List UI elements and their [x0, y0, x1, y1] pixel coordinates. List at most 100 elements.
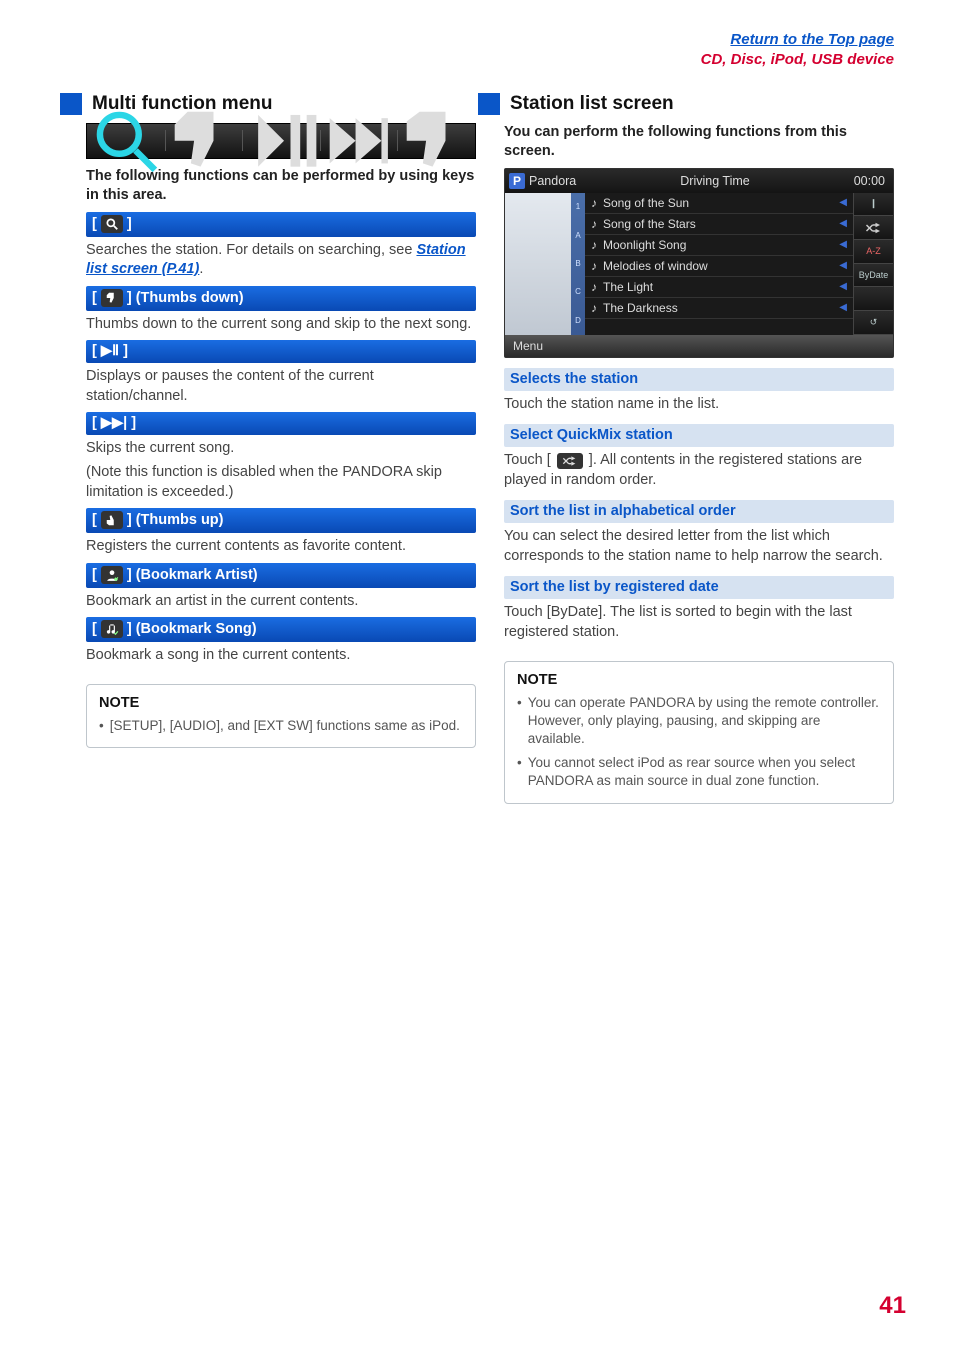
search-desc-pre: Searches the station. For details on sea…: [86, 242, 416, 258]
music-note-icon: ♪: [591, 259, 597, 273]
thumbs-up-desc: Registers the current contents as favori…: [86, 537, 476, 557]
note-text: [SETUP], [AUDIO], and [EXT SW] functions…: [110, 717, 460, 735]
note-text: You cannot select iPod as rear source wh…: [528, 754, 881, 790]
section-marker: [478, 93, 500, 115]
right-intro: You can perform the following functions …: [504, 123, 894, 162]
scroll-item[interactable]: C: [575, 287, 581, 296]
toolbar-thumbs-up-icon[interactable]: [397, 124, 475, 158]
menu-button[interactable]: Menu: [505, 335, 893, 357]
list-item[interactable]: ♪The Darkness◀: [585, 298, 853, 319]
skip-desc-2: (Note this function is disabled when the…: [86, 463, 476, 502]
toolbar-skip-icon[interactable]: [320, 124, 398, 158]
list-item[interactable]: ♪ Song of the Stars ◀: [585, 214, 853, 235]
sort-bydate-header: Sort the list by registered date: [504, 576, 894, 599]
music-note-icon: ♪: [591, 196, 597, 210]
right-column: Station list screen You can perform the …: [504, 89, 894, 804]
right-button-column: ❙ A-Z ByDate ↺: [853, 193, 893, 335]
chevron-left-icon: ◀: [839, 302, 847, 313]
search-desc: Searches the station. For details on sea…: [86, 241, 476, 280]
toolbar-play-pause-icon[interactable]: [242, 124, 320, 158]
bookmark-song-icon: [101, 620, 123, 638]
time-display: 00:00: [854, 174, 885, 188]
return-top-link[interactable]: Return to the Top page: [730, 31, 894, 48]
toolbar-search-icon[interactable]: [87, 124, 165, 158]
thumbs-down-desc: Thumbs down to the current song and skip…: [86, 315, 476, 335]
sort-bydate-desc: Touch [ByDate]. The list is sorted to be…: [504, 603, 894, 642]
list-item[interactable]: ♪Song of the Sun◀: [585, 193, 853, 214]
selects-station-header: Selects the station: [504, 368, 894, 391]
scroll-item[interactable]: A: [575, 231, 580, 240]
label-bracket-close: ]: [127, 216, 132, 232]
chevron-left-icon: ◀: [839, 218, 847, 229]
search-icon: [101, 215, 123, 233]
label-post: ] (Bookmark Artist): [127, 567, 258, 583]
side-button[interactable]: ❙: [853, 193, 893, 217]
scroll-item[interactable]: 1: [576, 202, 580, 211]
bullet-icon: •: [517, 754, 522, 790]
label-pre: [: [92, 567, 97, 583]
thumbs-down-icon: [101, 289, 123, 307]
chevron-left-icon: ◀: [839, 260, 847, 271]
label-pre: [: [92, 290, 97, 306]
skip-desc-1: Skips the current song.: [86, 439, 476, 459]
sort-alpha-desc: You can select the desired letter from t…: [504, 527, 894, 566]
right-note-box: NOTE • You can operate PANDORA by using …: [504, 661, 894, 804]
scroll-item[interactable]: D: [575, 316, 581, 325]
skip-header: [ ▶▶| ]: [86, 412, 476, 435]
shuffle-icon: [557, 453, 583, 469]
chevron-left-icon: ◀: [839, 239, 847, 250]
service-label: Pandora: [529, 174, 576, 188]
left-note-box: NOTE • [SETUP], [AUDIO], and [EXT SW] fu…: [86, 684, 476, 748]
side-button[interactable]: [853, 287, 893, 311]
bookmark-song-header: [ ] (Bookmark Song): [86, 617, 476, 642]
music-note-icon: ♪: [591, 280, 597, 294]
song-name: Moonlight Song: [603, 238, 686, 252]
note-title: NOTE: [99, 695, 463, 711]
section-marker: [60, 93, 82, 115]
bookmark-artist-icon: [101, 566, 123, 584]
thumbs-up-header: [ ] (Thumbs up): [86, 508, 476, 533]
label-pre: [: [92, 621, 97, 637]
header-links: Return to the Top page CD, Disc, iPod, U…: [86, 30, 894, 71]
selects-station-desc: Touch the station name in the list.: [504, 395, 894, 415]
multi-function-toolbar: [86, 123, 476, 159]
chevron-left-icon: ◀: [839, 281, 847, 292]
scroll-item[interactable]: B: [575, 259, 580, 268]
quickmix-desc-pre: Touch [: [504, 452, 555, 468]
sort-alpha-button[interactable]: A-Z: [853, 240, 893, 264]
thumbs-up-icon: [101, 511, 123, 529]
sort-bydate-button[interactable]: ByDate: [853, 264, 893, 288]
song-name: The Light: [603, 280, 653, 294]
music-note-icon: ♪: [591, 301, 597, 315]
bookmark-artist-header: [ ] (Bookmark Artist): [86, 563, 476, 588]
now-playing-title: Driving Time: [680, 174, 749, 188]
quickmix-header: Select QuickMix station: [504, 424, 894, 447]
quickmix-desc: Touch [ ]. All contents in the registere…: [504, 451, 894, 490]
music-note-icon: ♪: [591, 238, 597, 252]
skip-label: [ ▶▶| ]: [92, 415, 136, 431]
search-key-header: [ ]: [86, 212, 476, 237]
back-button[interactable]: ↺: [853, 311, 893, 335]
album-art-placeholder: [505, 193, 571, 335]
play-pause-label: [ ▶Ⅱ ]: [92, 343, 128, 359]
list-item[interactable]: ♪Melodies of window◀: [585, 256, 853, 277]
alpha-scroll[interactable]: 1 A B C D: [571, 193, 585, 335]
station-list: ♪Song of the Sun◀ ♪Song of the Stars◀ ♪M…: [585, 193, 853, 335]
pandora-badge-icon: P: [509, 173, 525, 189]
song-name: Song of the Stars: [603, 217, 696, 231]
list-item[interactable]: ♪ The Light ◀: [585, 277, 853, 298]
play-pause-header: [ ▶Ⅱ ]: [86, 340, 476, 363]
label-post: ] (Thumbs up): [127, 512, 224, 528]
toolbar-thumbs-down-icon[interactable]: [165, 124, 243, 158]
quickmix-button[interactable]: [853, 216, 893, 240]
thumbs-down-header: [ ] (Thumbs down): [86, 286, 476, 311]
list-item[interactable]: ♪ Moonlight Song ◀: [585, 235, 853, 256]
chevron-left-icon: ◀: [839, 197, 847, 208]
bookmark-song-desc: Bookmark a song in the current contents.: [86, 646, 476, 666]
music-note-icon: ♪: [591, 217, 597, 231]
left-column: Multi function menu The fo: [86, 89, 476, 804]
right-section-title: Station list screen: [510, 93, 674, 115]
label-post: ] (Thumbs down): [127, 290, 244, 306]
label-post: ] (Bookmark Song): [127, 621, 257, 637]
play-pause-desc: Displays or pauses the content of the cu…: [86, 367, 476, 406]
